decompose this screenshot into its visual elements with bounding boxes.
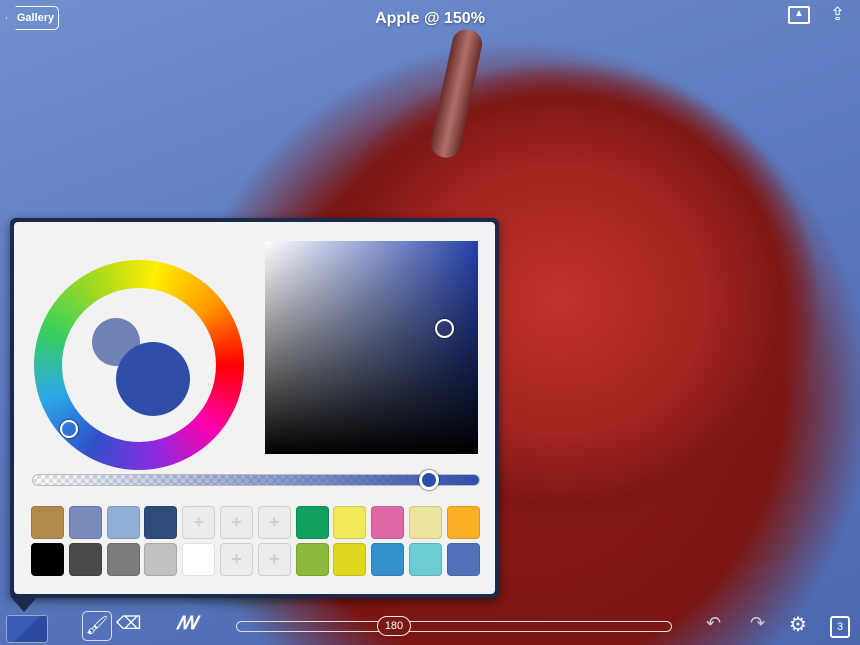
undo-icon[interactable]: ↶	[706, 613, 721, 634]
hue-knob[interactable]	[60, 420, 78, 438]
sb-knob[interactable]	[435, 319, 454, 338]
page-title: Apple @ 150%	[0, 10, 860, 28]
color-swatch[interactable]	[69, 506, 102, 539]
brush-size-slider[interactable]: 180	[236, 621, 672, 632]
saturation-brightness-square[interactable]	[265, 241, 478, 454]
share-icon[interactable]: ⇪	[830, 4, 845, 25]
add-swatch-button[interactable]: +	[258, 543, 291, 576]
add-swatch-button[interactable]: +	[182, 506, 215, 539]
color-swatch[interactable]	[296, 506, 329, 539]
color-swatch[interactable]	[107, 543, 140, 576]
current-color-preview	[116, 342, 190, 416]
color-swatch[interactable]	[447, 543, 480, 576]
opacity-knob[interactable]	[419, 470, 439, 490]
color-swatch[interactable]	[182, 543, 215, 576]
brush-icon[interactable]: 🖌︎	[82, 611, 112, 641]
color-swatch[interactable]	[144, 543, 177, 576]
layers-button[interactable]: 3	[830, 616, 850, 638]
color-picker-popover: +++++	[10, 218, 499, 598]
add-swatch-button[interactable]: +	[220, 506, 253, 539]
hue-wheel[interactable]	[34, 260, 244, 470]
color-swatch[interactable]	[371, 506, 404, 539]
add-swatch-button[interactable]: +	[258, 506, 291, 539]
settings-gear-icon[interactable]: ⚙	[789, 612, 807, 637]
color-swatch[interactable]	[447, 506, 480, 539]
color-swatch[interactable]	[31, 506, 64, 539]
color-swatch[interactable]	[333, 506, 366, 539]
top-bar: Gallery Apple @ 150% ▲ ⇪	[0, 0, 860, 36]
add-swatch-button[interactable]: +	[220, 543, 253, 576]
smudge-icon[interactable]: ꟿ	[176, 613, 198, 634]
color-swatch[interactable]	[409, 543, 442, 576]
color-swatch[interactable]	[107, 506, 140, 539]
color-swatch[interactable]	[31, 543, 64, 576]
eraser-icon[interactable]: ⌫	[116, 613, 141, 634]
color-swatch[interactable]	[144, 506, 177, 539]
color-swatch[interactable]	[409, 506, 442, 539]
opacity-slider[interactable]	[32, 474, 480, 486]
apple-stem	[428, 27, 484, 160]
bottom-toolbar: 🖌︎ ⌫ ꟿ 180 ↶ ↷ ⚙ 3	[0, 605, 860, 645]
current-color-button[interactable]	[6, 615, 48, 643]
color-swatch[interactable]	[296, 543, 329, 576]
brush-size-knob[interactable]: 180	[377, 616, 411, 636]
color-swatch[interactable]	[333, 543, 366, 576]
color-swatch[interactable]	[371, 543, 404, 576]
color-swatch[interactable]	[69, 543, 102, 576]
image-icon[interactable]: ▲	[788, 6, 810, 24]
redo-icon[interactable]: ↷	[750, 613, 765, 634]
